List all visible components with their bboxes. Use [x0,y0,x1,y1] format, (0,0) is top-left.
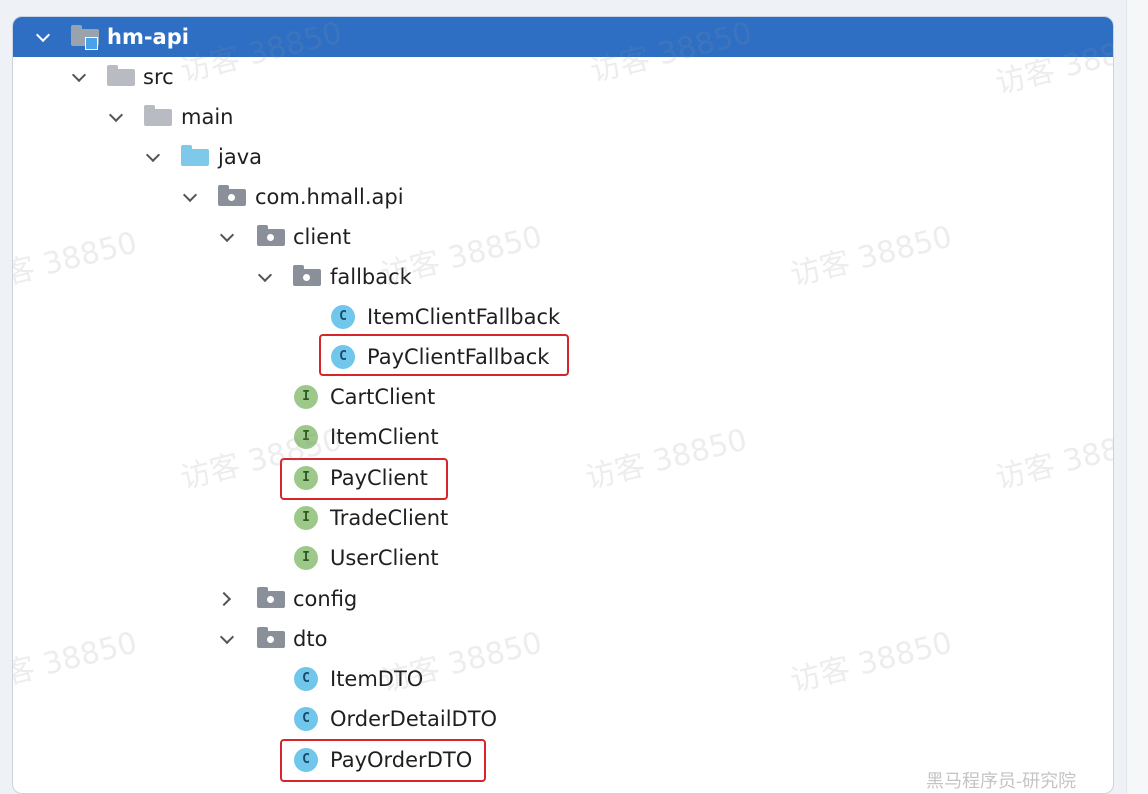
class-icon: C [331,305,355,329]
tree-item-label: dto [293,627,328,651]
tree-item-main[interactable]: main [13,97,1113,137]
class-icon: C [294,667,318,691]
tree-item-label: main [181,105,234,129]
tree-item-label: client [293,225,351,249]
class-icon: C [294,707,318,731]
interface-icon: I [294,425,318,449]
chevron-down-icon[interactable] [180,187,200,207]
tree-item-user-client[interactable]: I UserClient [13,538,1113,578]
tree-item-label: CartClient [330,385,436,409]
chevron-right-icon[interactable] [217,589,237,609]
tree-item-com-hmall-api[interactable]: com.hmall.api [13,177,1113,217]
interface-icon: I [294,546,318,570]
tree-item-trade-client[interactable]: I TradeClient [13,498,1113,538]
tree-item-label: hm-api [107,25,189,49]
chevron-down-icon[interactable] [217,629,237,649]
tree-item-label: config [293,587,358,611]
package-icon [257,587,285,608]
tree-item-label: OrderDetailDTO [330,707,498,731]
tree-item-item-dto[interactable]: C ItemDTO [13,659,1113,699]
folder-icon [107,65,135,86]
tree-item-fallback[interactable]: fallback [13,257,1113,297]
module-folder-icon [71,25,99,50]
tree-item-label: java [218,145,262,169]
chevron-down-icon[interactable] [106,107,126,127]
tree-item-client[interactable]: client [13,217,1113,257]
chevron-down-icon[interactable] [255,267,275,287]
tree-item-label: ItemDTO [330,667,424,691]
tree-item-label: ItemClientFallback [367,305,561,329]
package-icon [218,185,246,206]
tree-item-hm-api[interactable]: hm-api [13,17,1113,57]
tree-item-label: src [143,65,174,89]
tree-item-pay-client[interactable]: I PayClient [13,458,1113,498]
tree-item-label: ItemClient [330,425,439,449]
highlight-box-pay-client-fallback [319,334,569,376]
tree-item-order-detail-dto[interactable]: C OrderDetailDTO [13,699,1113,739]
footer-brand: 黑马程序员-研究院 [926,771,1077,792]
package-icon [257,225,285,246]
chevron-down-icon[interactable] [143,147,163,167]
tree-item-label: TradeClient [330,506,449,530]
package-icon [257,627,285,648]
highlight-box-pay-order-dto [280,739,486,782]
tree-item-java[interactable]: java [13,137,1113,177]
tree-item-src[interactable]: src [13,57,1113,97]
tree-item-label: com.hmall.api [255,185,404,209]
tree-item-config[interactable]: config [13,579,1113,619]
tree-item-cart-client[interactable]: I CartClient [13,377,1113,417]
tree-item-item-client[interactable]: I ItemClient [13,417,1113,457]
tree-item-dto[interactable]: dto [13,619,1113,659]
chevron-down-icon[interactable] [69,67,89,87]
tree-item-label: fallback [330,265,412,289]
chevron-down-icon[interactable] [217,227,237,247]
package-icon [293,265,321,286]
tree-item-item-client-fallback[interactable]: C ItemClientFallback [13,297,1113,337]
chevron-down-icon[interactable] [33,27,53,47]
folder-icon [144,105,172,126]
project-tree-panel: hm-api src main java com.hmall.api clien… [12,16,1114,794]
interface-icon: I [294,385,318,409]
highlight-box-pay-client [280,458,448,500]
tree-item-label: UserClient [330,546,439,570]
vertical-scrollbar[interactable] [1126,0,1148,794]
interface-icon: I [294,506,318,530]
source-folder-icon [181,145,209,166]
